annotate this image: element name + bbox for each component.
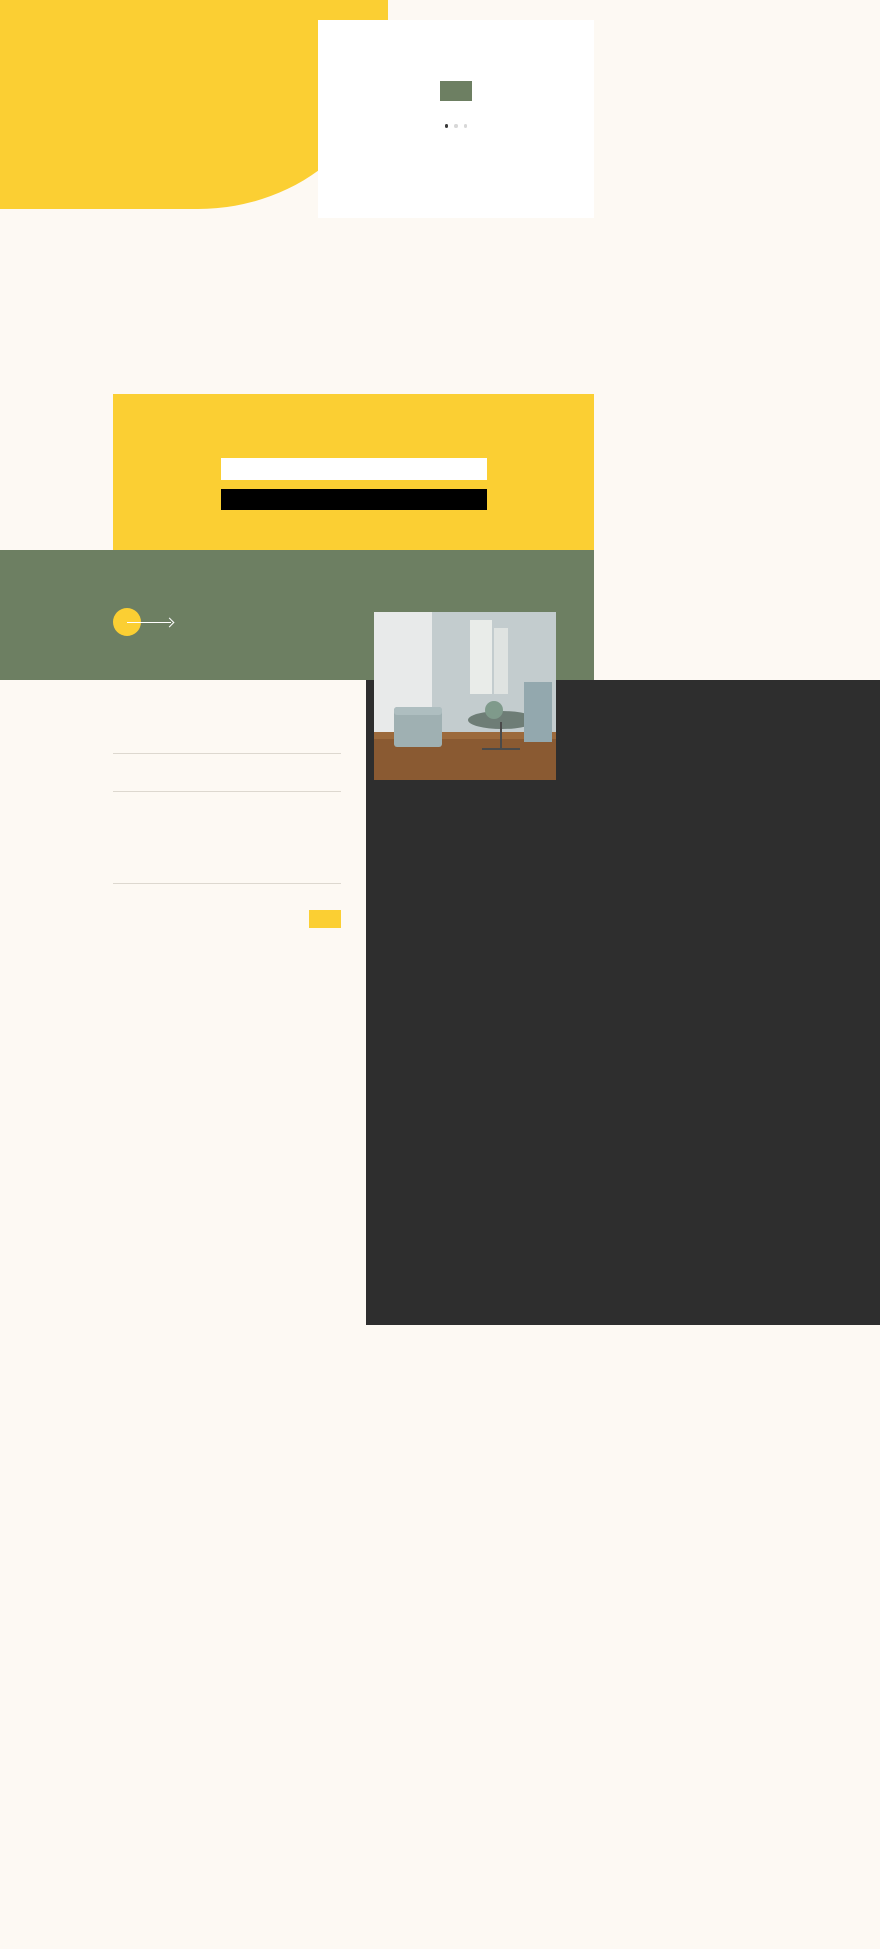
slider-dot-3[interactable] bbox=[463, 124, 468, 128]
submit-row bbox=[113, 906, 341, 928]
get-in-touch-form bbox=[0, 680, 450, 928]
hero-section bbox=[0, 0, 880, 228]
slider-dot-2[interactable] bbox=[454, 124, 458, 128]
submit-button[interactable] bbox=[309, 910, 341, 928]
pagination bbox=[0, 320, 880, 394]
subscribe-button[interactable] bbox=[220, 489, 487, 510]
read-more-button[interactable] bbox=[440, 81, 472, 101]
hero-yellow-top-bar bbox=[0, 0, 388, 22]
hero-left-column bbox=[113, 27, 343, 45]
blog-grid-section bbox=[0, 228, 880, 394]
arrow-right-icon bbox=[127, 618, 173, 627]
name-field[interactable] bbox=[113, 738, 341, 754]
slider-dot-1[interactable] bbox=[444, 124, 449, 128]
contact-footer-section bbox=[0, 612, 880, 1325]
slider-dots[interactable] bbox=[340, 124, 572, 128]
hero-featured-card bbox=[318, 20, 594, 218]
subscribe-section bbox=[113, 394, 594, 550]
email-field[interactable] bbox=[113, 776, 341, 792]
blog-page bbox=[0, 0, 880, 1949]
subscribe-email-input[interactable] bbox=[220, 458, 487, 480]
message-field[interactable] bbox=[113, 814, 341, 884]
